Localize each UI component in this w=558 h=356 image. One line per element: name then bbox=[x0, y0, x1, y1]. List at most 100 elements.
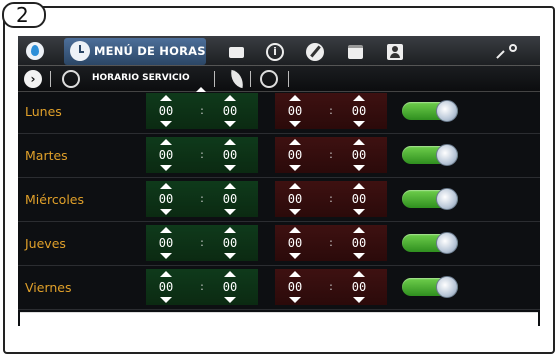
hour-up-arrow-icon[interactable] bbox=[289, 227, 301, 233]
pen-icon[interactable] bbox=[304, 41, 326, 63]
info-icon[interactable]: i bbox=[264, 41, 286, 63]
minute-up-arrow-icon[interactable] bbox=[224, 95, 236, 101]
time-separator: : bbox=[200, 148, 204, 161]
toggle-knob bbox=[436, 144, 458, 166]
minute-up-arrow-icon[interactable] bbox=[353, 139, 365, 145]
minute-up-arrow-icon[interactable] bbox=[224, 139, 236, 145]
day-enable-toggle[interactable] bbox=[402, 232, 458, 254]
day-enable-toggle[interactable] bbox=[402, 188, 458, 210]
hour-down-arrow-icon[interactable] bbox=[160, 297, 172, 303]
start-time-panel: 00 : 00 bbox=[146, 225, 258, 261]
end-time-panel: 00 : 00 bbox=[275, 93, 387, 129]
toggle-knob bbox=[436, 232, 458, 254]
day-enable-toggle[interactable] bbox=[402, 144, 458, 166]
hour-down-arrow-icon[interactable] bbox=[289, 253, 301, 259]
hour-up-arrow-icon[interactable] bbox=[289, 139, 301, 145]
start-hour-value[interactable]: 00 bbox=[154, 148, 178, 162]
end-hour-value[interactable]: 00 bbox=[283, 192, 307, 206]
start-minute-value[interactable]: 00 bbox=[218, 148, 242, 162]
minute-up-arrow-icon[interactable] bbox=[353, 227, 365, 233]
hour-up-arrow-icon[interactable] bbox=[160, 227, 172, 233]
hour-down-arrow-icon[interactable] bbox=[160, 121, 172, 127]
hour-down-arrow-icon[interactable] bbox=[289, 209, 301, 215]
toggle-knob bbox=[436, 100, 458, 122]
water-drop-icon[interactable] bbox=[26, 42, 44, 60]
minute-down-arrow-icon[interactable] bbox=[224, 209, 236, 215]
end-minute-value[interactable]: 00 bbox=[347, 192, 371, 206]
card-icon[interactable] bbox=[225, 41, 247, 63]
hour-down-arrow-icon[interactable] bbox=[160, 165, 172, 171]
start-time-panel: 00 : 00 bbox=[146, 137, 258, 173]
hour-up-arrow-icon[interactable] bbox=[289, 271, 301, 277]
clock-drop-icon[interactable] bbox=[260, 70, 278, 88]
end-minute-value[interactable]: 00 bbox=[347, 104, 371, 118]
hour-down-arrow-icon[interactable] bbox=[160, 253, 172, 259]
end-hour-value[interactable]: 00 bbox=[283, 104, 307, 118]
day-label: Lunes bbox=[25, 104, 62, 119]
hour-down-arrow-icon[interactable] bbox=[289, 165, 301, 171]
time-separator: : bbox=[329, 280, 333, 293]
minute-down-arrow-icon[interactable] bbox=[224, 165, 236, 171]
hour-down-arrow-icon[interactable] bbox=[289, 297, 301, 303]
end-time-panel: 00 : 00 bbox=[275, 225, 387, 261]
hour-up-arrow-icon[interactable] bbox=[289, 183, 301, 189]
minute-up-arrow-icon[interactable] bbox=[224, 271, 236, 277]
hour-up-arrow-icon[interactable] bbox=[160, 271, 172, 277]
minute-down-arrow-icon[interactable] bbox=[353, 121, 365, 127]
divider bbox=[50, 71, 51, 87]
key-icon[interactable] bbox=[496, 41, 520, 63]
start-minute-value[interactable]: 00 bbox=[218, 280, 242, 294]
hour-up-arrow-icon[interactable] bbox=[289, 95, 301, 101]
end-minute-value[interactable]: 00 bbox=[347, 148, 371, 162]
divider bbox=[250, 71, 251, 87]
start-hour-value[interactable]: 00 bbox=[154, 236, 178, 250]
start-minute-value[interactable]: 00 bbox=[218, 236, 242, 250]
day-enable-toggle[interactable] bbox=[402, 100, 458, 122]
start-minute-value[interactable]: 00 bbox=[218, 192, 242, 206]
day-label: Miércoles bbox=[25, 192, 85, 207]
day-enable-toggle[interactable] bbox=[402, 276, 458, 298]
hour-down-arrow-icon[interactable] bbox=[289, 121, 301, 127]
next-arrow-icon[interactable]: › bbox=[24, 70, 42, 88]
toggle-knob bbox=[436, 276, 458, 298]
hour-down-arrow-icon[interactable] bbox=[160, 209, 172, 215]
start-hour-value[interactable]: 00 bbox=[154, 104, 178, 118]
end-hour-value[interactable]: 00 bbox=[283, 148, 307, 162]
leaf-icon[interactable] bbox=[228, 69, 246, 89]
end-hour-value[interactable]: 00 bbox=[283, 236, 307, 250]
minute-up-arrow-icon[interactable] bbox=[353, 183, 365, 189]
start-time-panel: 00 : 00 bbox=[146, 93, 258, 129]
minute-down-arrow-icon[interactable] bbox=[353, 253, 365, 259]
time-separator: : bbox=[329, 148, 333, 161]
sub-tab-label[interactable]: HORARIO SERVICIO bbox=[92, 73, 190, 83]
hour-up-arrow-icon[interactable] bbox=[160, 95, 172, 101]
time-separator: : bbox=[200, 192, 204, 205]
minute-down-arrow-icon[interactable] bbox=[224, 297, 236, 303]
minute-down-arrow-icon[interactable] bbox=[224, 121, 236, 127]
end-minute-value[interactable]: 00 bbox=[347, 236, 371, 250]
user-icon[interactable] bbox=[384, 41, 406, 63]
minute-up-arrow-icon[interactable] bbox=[353, 271, 365, 277]
toggle-knob bbox=[436, 188, 458, 210]
minute-up-arrow-icon[interactable] bbox=[224, 183, 236, 189]
hour-up-arrow-icon[interactable] bbox=[160, 183, 172, 189]
minute-up-arrow-icon[interactable] bbox=[353, 95, 365, 101]
end-minute-value[interactable]: 00 bbox=[347, 280, 371, 294]
end-hour-value[interactable]: 00 bbox=[283, 280, 307, 294]
minute-up-arrow-icon[interactable] bbox=[224, 227, 236, 233]
active-tab-indicator bbox=[196, 87, 206, 92]
schedule-row: Martes 00 : 00 00 : 00 bbox=[18, 137, 540, 178]
minute-down-arrow-icon[interactable] bbox=[353, 297, 365, 303]
minute-down-arrow-icon[interactable] bbox=[224, 253, 236, 259]
start-hour-value[interactable]: 00 bbox=[154, 280, 178, 294]
row-divider bbox=[18, 221, 540, 222]
clock-timer-icon[interactable] bbox=[62, 70, 80, 88]
day-label: Viernes bbox=[25, 280, 72, 295]
hour-up-arrow-icon[interactable] bbox=[160, 139, 172, 145]
minute-down-arrow-icon[interactable] bbox=[353, 209, 365, 215]
minute-down-arrow-icon[interactable] bbox=[353, 165, 365, 171]
start-hour-value[interactable]: 00 bbox=[154, 192, 178, 206]
start-minute-value[interactable]: 00 bbox=[218, 104, 242, 118]
day-label: Martes bbox=[25, 148, 68, 163]
calendar-icon[interactable] bbox=[344, 41, 366, 63]
